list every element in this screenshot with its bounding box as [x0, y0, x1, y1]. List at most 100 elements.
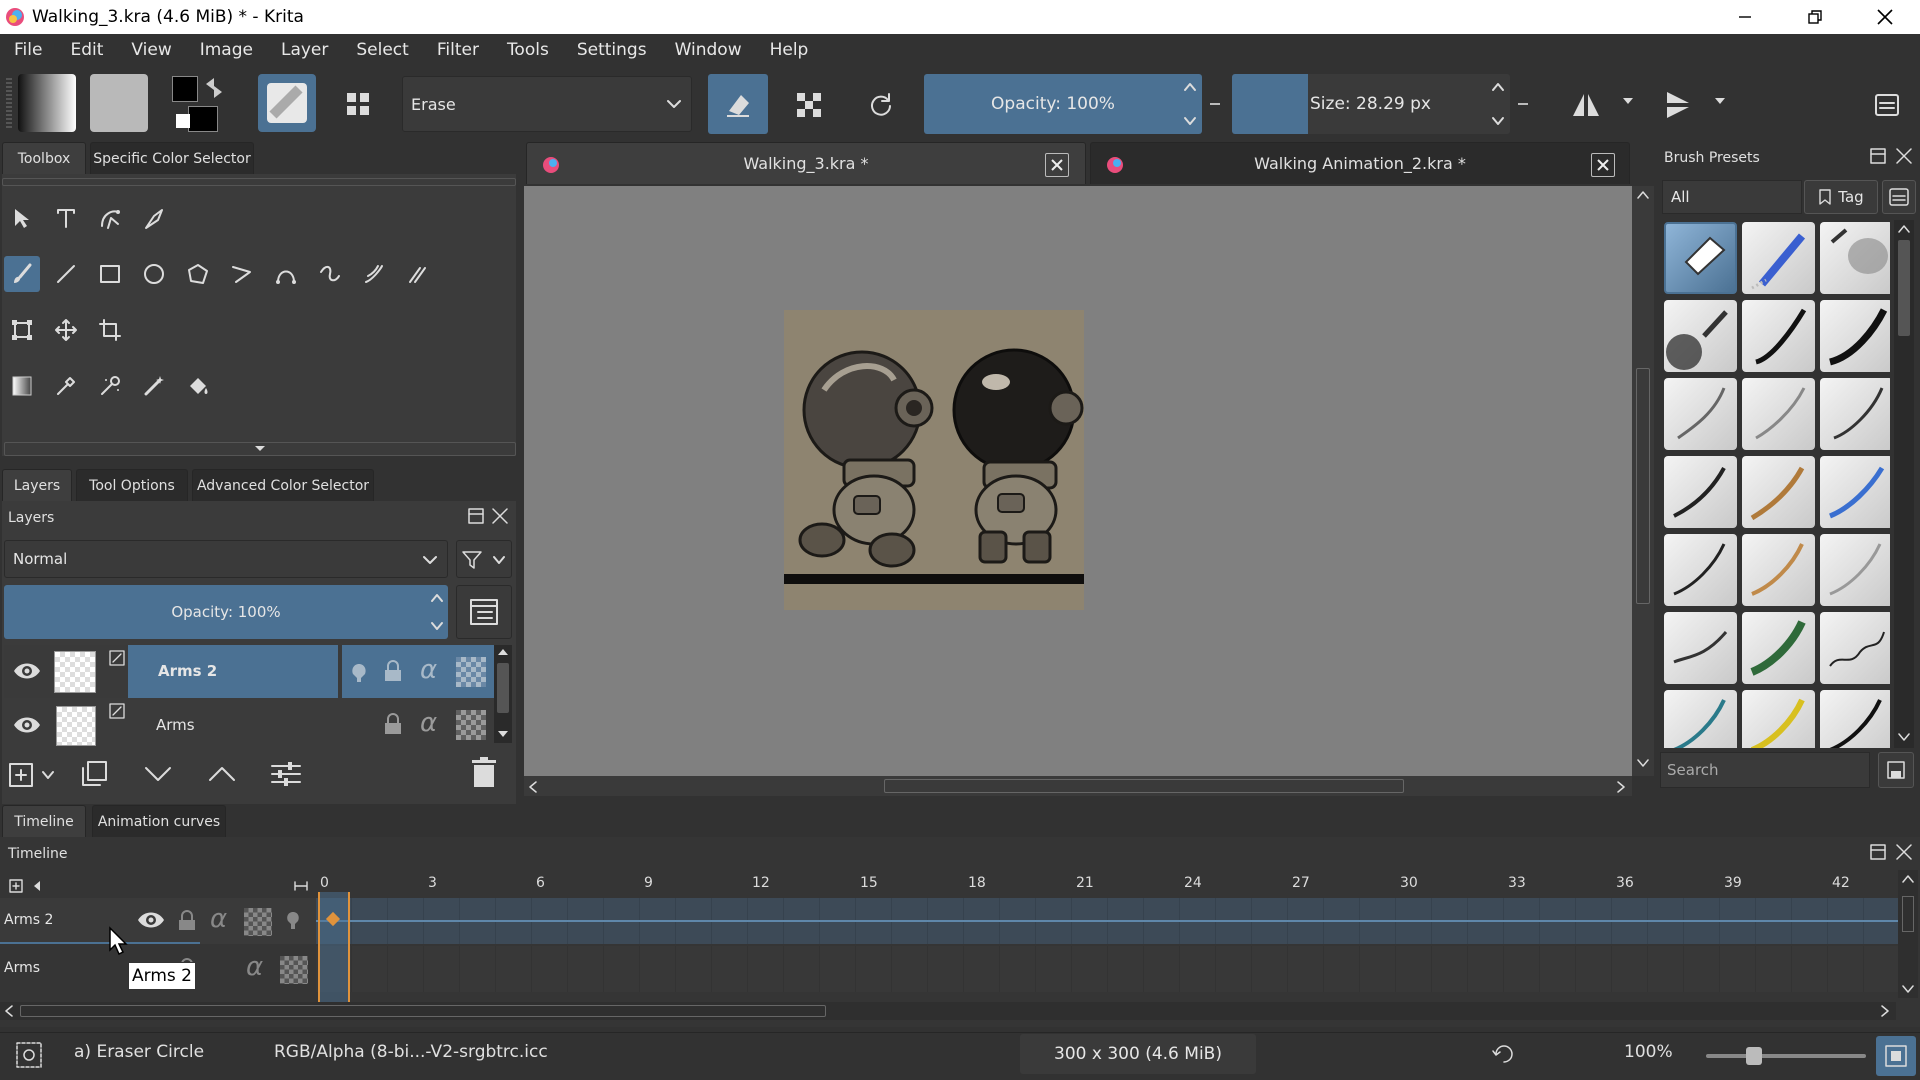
- lock-icon[interactable]: [382, 659, 404, 683]
- fit-to-view-button[interactable]: [1876, 1036, 1916, 1076]
- spin-arrows-icon[interactable]: [430, 589, 444, 635]
- freehand-path-tool[interactable]: [312, 256, 348, 292]
- brush-preset-dark-pen[interactable]: [1820, 690, 1890, 748]
- menu-image[interactable]: Image: [200, 40, 253, 60]
- brush-preset-pencil-2[interactable]: [1742, 378, 1815, 450]
- tab-toolbox[interactable]: Toolbox: [2, 142, 86, 174]
- chevron-down-icon[interactable]: [1714, 96, 1726, 106]
- ellipse-tool[interactable]: [136, 256, 172, 292]
- brush-preset-ink-pen[interactable]: [1742, 300, 1815, 372]
- close-docker-icon[interactable]: [490, 506, 510, 526]
- move-tool[interactable]: [48, 312, 84, 348]
- chevron-left-icon[interactable]: [32, 880, 42, 892]
- gradient-tool[interactable]: [4, 368, 40, 404]
- close-tab-button[interactable]: [1591, 153, 1615, 177]
- tab-specific-color-selector[interactable]: Specific Color Selector: [90, 142, 254, 174]
- calligraphy-tool[interactable]: [136, 200, 172, 236]
- float-docker-icon[interactable]: [466, 506, 486, 526]
- layers-scrollbar[interactable]: [494, 645, 512, 743]
- crop-tool[interactable]: [92, 312, 128, 348]
- brush-preset-pencil-6[interactable]: [1820, 534, 1890, 606]
- timeline-horizontal-scrollbar[interactable]: [0, 1002, 1896, 1020]
- brush-preset-blue-ink[interactable]: [1820, 456, 1890, 528]
- move-layer-down-button[interactable]: [138, 756, 178, 792]
- brush-preset-blue-pencil[interactable]: [1742, 222, 1815, 294]
- canvas-vertical-scrollbar[interactable]: [1632, 186, 1654, 776]
- polygon-tool[interactable]: [180, 256, 216, 292]
- spin-arrows-icon[interactable]: [1490, 78, 1506, 130]
- preset-search-field[interactable]: Search: [1660, 752, 1870, 788]
- toolbar-menu-button[interactable]: [1862, 80, 1912, 130]
- brush-preset-pencil-5[interactable]: [1742, 534, 1815, 606]
- menu-file[interactable]: File: [14, 40, 42, 60]
- menu-help[interactable]: Help: [770, 40, 809, 60]
- tab-layers[interactable]: Layers: [2, 469, 72, 501]
- inherit-alpha-icon[interactable]: [456, 710, 486, 740]
- gradient-selector[interactable]: [18, 74, 76, 132]
- layer-properties-adjust-button[interactable]: [266, 756, 306, 792]
- move-layer-up-button[interactable]: [202, 756, 242, 792]
- tab-timeline[interactable]: Timeline: [2, 805, 86, 837]
- menu-settings[interactable]: Settings: [577, 40, 647, 60]
- timeline-layer-row[interactable]: Arms 2 α: [0, 898, 316, 944]
- brush-presets-scrollbar[interactable]: [1894, 220, 1914, 748]
- canvas-image[interactable]: [784, 310, 1084, 610]
- brush-preset-pencil-1[interactable]: [1664, 378, 1737, 450]
- selection-mode-icon[interactable]: [14, 1040, 44, 1070]
- brush-preset-teal-pen[interactable]: [1664, 690, 1737, 748]
- rectangle-tool[interactable]: [92, 256, 128, 292]
- pattern-selector[interactable]: [90, 74, 148, 132]
- fill-tool[interactable]: [180, 368, 216, 404]
- expand-icon[interactable]: [294, 880, 308, 892]
- mirror-vertical-button[interactable]: [1648, 80, 1708, 130]
- freehand-brush-tool[interactable]: [4, 256, 40, 292]
- tag-button[interactable]: Tag: [1804, 180, 1878, 214]
- rotate-canvas-icon[interactable]: [1490, 1040, 1518, 1068]
- document-tab-walking-3[interactable]: Walking_3.kra *: [526, 142, 1086, 184]
- blend-mode-dropdown[interactable]: Normal: [4, 540, 448, 578]
- restore-button[interactable]: [1780, 0, 1850, 34]
- size-slider[interactable]: Size: 28.29 px: [1232, 74, 1510, 134]
- bezier-curve-tool[interactable]: [268, 256, 304, 292]
- polyline-tool[interactable]: [224, 256, 260, 292]
- reload-preset-button[interactable]: [856, 80, 906, 130]
- select-shapes-tool[interactable]: [4, 200, 40, 236]
- add-keyframe-icon[interactable]: [8, 878, 24, 894]
- dynamic-brush-tool[interactable]: [356, 256, 392, 292]
- chevron-down-icon[interactable]: [1622, 96, 1634, 106]
- close-tab-button[interactable]: [1045, 153, 1069, 177]
- brush-preset-dropdown[interactable]: Erase: [402, 76, 692, 132]
- brush-preset-ink-1[interactable]: [1664, 456, 1737, 528]
- preset-view-options-button[interactable]: [1882, 180, 1916, 214]
- brush-preset-airbrush[interactable]: [1664, 300, 1737, 372]
- edit-shapes-tool[interactable]: [92, 200, 128, 236]
- toolbox-scroll-down[interactable]: [4, 442, 516, 456]
- mirror-horizontal-button[interactable]: [1556, 80, 1616, 130]
- layer-properties-button[interactable]: [456, 585, 512, 639]
- toolbar-grip[interactable]: [6, 78, 12, 128]
- brush-preset-pencil-4[interactable]: [1664, 534, 1737, 606]
- preserve-alpha-button[interactable]: [784, 80, 834, 130]
- opacity-slider[interactable]: Opacity: 100%: [924, 74, 1202, 134]
- eye-icon[interactable]: [136, 908, 166, 932]
- save-preset-button[interactable]: [1878, 752, 1914, 788]
- eye-icon[interactable]: [12, 713, 42, 737]
- brush-preset-bristle[interactable]: [1742, 612, 1815, 684]
- inherit-alpha-icon[interactable]: [244, 908, 272, 936]
- timeline-vertical-scrollbar[interactable]: [1898, 870, 1918, 998]
- layer-row[interactable]: Arms 2 α: [4, 645, 498, 698]
- document-tab-walking-animation-2[interactable]: Walking Animation_2.kra *: [1090, 142, 1630, 184]
- toolbox-scrollbar[interactable]: [2, 178, 516, 186]
- timeline-ruler[interactable]: [316, 870, 1896, 896]
- fill-tool-magic[interactable]: [136, 368, 172, 404]
- brush-preset-eraser-circle[interactable]: [1664, 222, 1737, 294]
- tab-tool-options[interactable]: Tool Options: [76, 469, 188, 501]
- layer-filter-button[interactable]: [456, 540, 512, 578]
- brush-preset-pencil-3[interactable]: [1820, 378, 1890, 450]
- text-tool[interactable]: [48, 200, 84, 236]
- onion-skin-icon[interactable]: [284, 910, 302, 932]
- tab-animation-curves[interactable]: Animation curves: [92, 805, 226, 837]
- menu-select[interactable]: Select: [356, 40, 408, 60]
- menu-layer[interactable]: Layer: [281, 40, 328, 60]
- menu-view[interactable]: View: [131, 40, 171, 60]
